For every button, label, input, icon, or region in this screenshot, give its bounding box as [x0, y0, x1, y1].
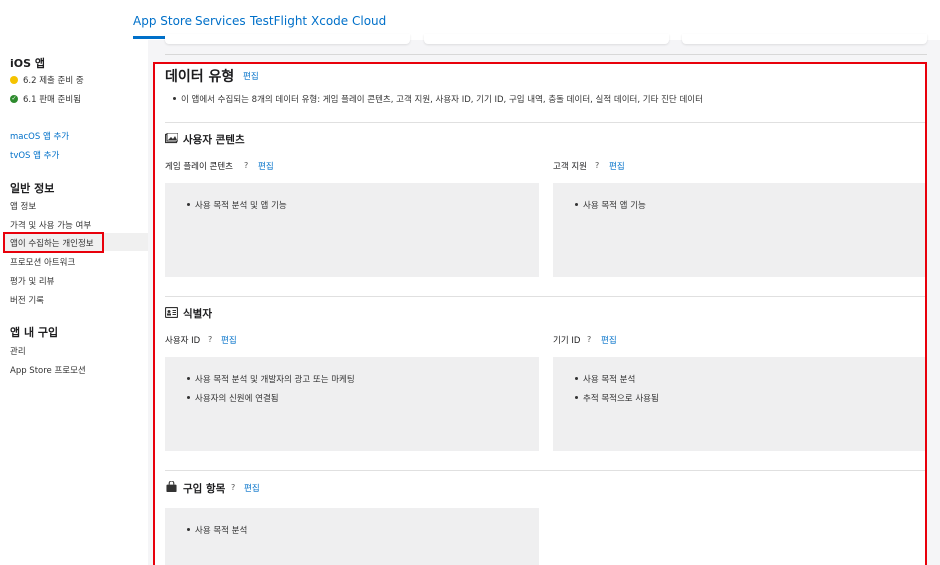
purpose-item: 사용 목적 분석 및 개발자의 광고 또는 마케팅: [195, 375, 355, 385]
bullet: [575, 377, 578, 380]
sidebar-item-app-info[interactable]: 앱 정보: [10, 200, 36, 212]
bullet: [187, 396, 190, 399]
customer-support-purpose-box: [553, 183, 927, 277]
bullet: [575, 203, 578, 206]
tab-xcode-cloud[interactable]: Xcode Cloud: [311, 14, 386, 28]
photo-icon: [165, 133, 178, 144]
add-macos-link[interactable]: macOS 앱 추가: [10, 130, 69, 142]
edit-data-types-link[interactable]: 편집: [243, 70, 259, 82]
previous-card: [424, 34, 669, 44]
gameplay-content-label: 게임 플레이 콘텐츠: [165, 162, 233, 172]
edit-gameplay-link[interactable]: 편집: [258, 160, 274, 172]
tab-app-store[interactable]: App Store: [133, 14, 192, 28]
sidebar-item-manage[interactable]: 관리: [10, 345, 26, 357]
sidebar-item-app-store-promo[interactable]: App Store 프로모션: [10, 364, 86, 376]
bullet: [173, 97, 176, 100]
user-content-title: 사용자 콘텐츠: [183, 134, 245, 146]
device-id-label: 기기 ID: [553, 336, 581, 346]
divider: [165, 470, 927, 471]
gameplay-purpose-box: [165, 183, 539, 277]
previous-card: [682, 34, 927, 44]
shopping-bag-icon: [166, 481, 177, 492]
sidebar-iap-title: 앱 내 구입: [10, 326, 59, 339]
sidebar-item-version-history[interactable]: 버전 기록: [10, 294, 44, 306]
data-types-heading: 데이터 유형: [165, 69, 235, 85]
purchases-purpose-box: [165, 508, 539, 565]
help-icon[interactable]: ?: [595, 161, 599, 170]
purpose-item: 사용 목적 분석: [195, 526, 248, 536]
data-types-summary: 이 앱에서 수집되는 8개의 데이터 유형: 게임 플레이 콘텐츠, 고객 지원…: [181, 95, 703, 105]
sidebar-ios-title: iOS 앱: [10, 57, 45, 70]
bullet: [187, 377, 190, 380]
divider: [165, 54, 927, 55]
previous-card: [165, 34, 410, 44]
user-id-purpose-box: [165, 357, 539, 451]
divider: [165, 296, 927, 297]
version-61-label: 6.1 판매 준비됨: [23, 95, 82, 105]
user-id-label: 사용자 ID: [165, 336, 201, 346]
sidebar-item-pricing[interactable]: 가격 및 사용 가능 여부: [10, 219, 91, 231]
id-card-icon: [165, 307, 178, 318]
edit-purchases-link[interactable]: 편집: [244, 482, 260, 494]
highlight-box: [3, 232, 104, 253]
edit-user-id-link[interactable]: 편집: [221, 334, 237, 346]
pending-status-icon: [10, 76, 18, 84]
sidebar-item-ratings[interactable]: 평가 및 리뷰: [10, 275, 55, 287]
purpose-item: 사용 목적 분석 및 앱 기능: [195, 201, 287, 211]
purpose-item: 추적 목적으로 사용됨: [583, 394, 659, 404]
edit-device-id-link[interactable]: 편집: [601, 334, 617, 346]
purpose-item: 사용 목적 앱 기능: [583, 201, 646, 211]
sidebar-general-title: 일반 정보: [10, 182, 55, 195]
sidebar-item-promo-artwork[interactable]: 프로모션 아트워크: [10, 256, 75, 268]
customer-support-label: 고객 지원: [553, 162, 587, 172]
purchases-title: 구입 항목: [183, 483, 226, 495]
help-icon[interactable]: ?: [244, 161, 248, 170]
bullet: [187, 528, 190, 531]
identifiers-title: 식별자: [183, 308, 212, 320]
edit-customer-support-link[interactable]: 편집: [609, 160, 625, 172]
checkmark-icon: ✓: [10, 95, 18, 103]
purpose-item: 사용 목적 분석: [583, 375, 636, 385]
tab-services[interactable]: Services: [195, 14, 246, 28]
purpose-item: 사용자의 신원에 연결됨: [195, 394, 279, 404]
tab-testflight[interactable]: TestFlight: [250, 14, 307, 28]
sidebar-item-version-62[interactable]: 6.2 제출 준비 중: [10, 74, 84, 86]
device-id-purpose-box: [553, 357, 927, 451]
version-62-label: 6.2 제출 준비 중: [23, 76, 84, 86]
help-icon[interactable]: ?: [208, 335, 212, 344]
add-tvos-link[interactable]: tvOS 앱 추가: [10, 149, 59, 161]
bullet: [187, 203, 190, 206]
help-icon[interactable]: ?: [231, 483, 235, 492]
bullet: [575, 396, 578, 399]
sidebar-item-version-61[interactable]: ✓ 6.1 판매 준비됨: [10, 93, 81, 105]
help-icon[interactable]: ?: [587, 335, 591, 344]
divider: [165, 122, 927, 123]
data-types-card: 데이터 유형 편집 이 앱에서 수집되는 8개의 데이터 유형: 게임 플레이 …: [153, 62, 927, 565]
